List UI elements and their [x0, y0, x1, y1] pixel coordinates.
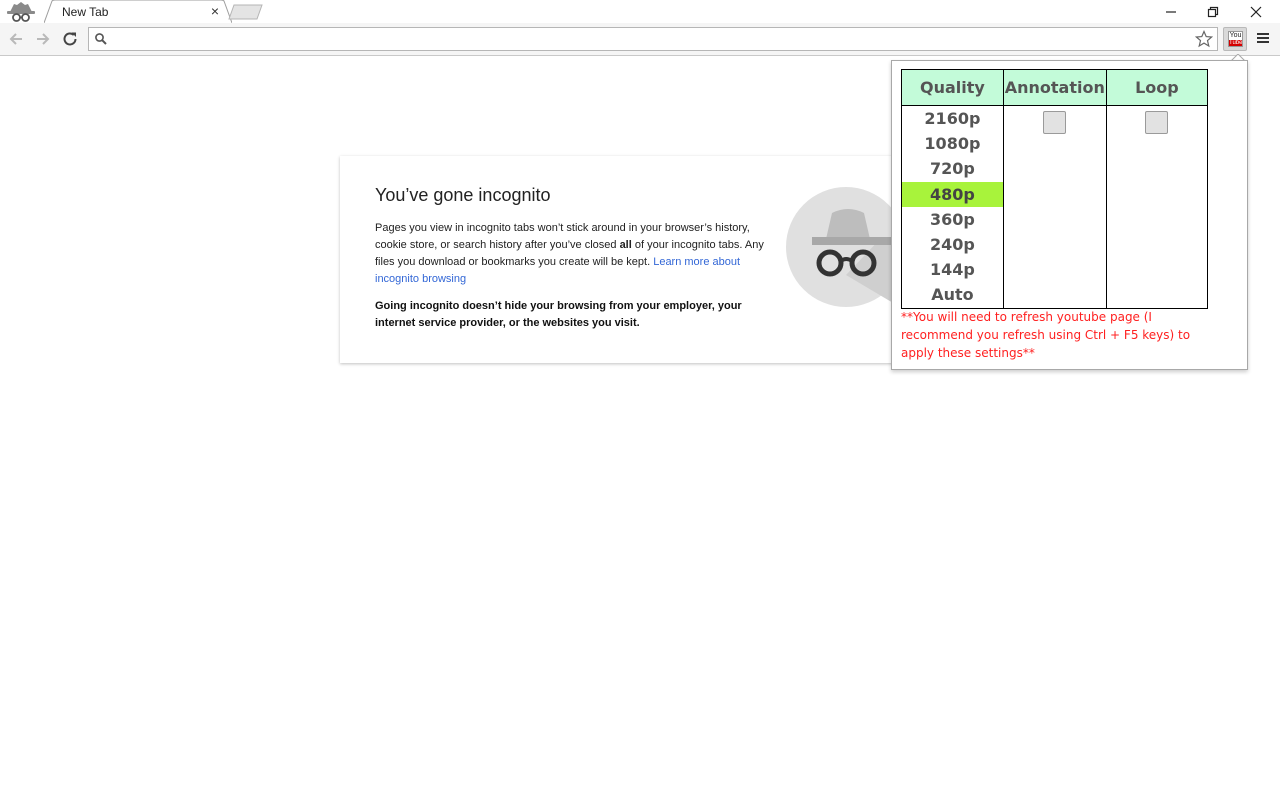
menu-hamburger-icon[interactable] [1256, 31, 1270, 45]
incognito-warning: Going incognito doesn’t hide your browsi… [375, 300, 742, 329]
loop-cell [1105, 105, 1209, 309]
youtube-icon-you: You [1229, 32, 1242, 39]
omnibox[interactable] [88, 27, 1218, 51]
close-window-button[interactable] [1235, 0, 1277, 23]
incognito-spy-icon [786, 187, 900, 307]
incognito-logo-icon [7, 2, 35, 22]
description-bold: all [619, 239, 632, 251]
tab-close-button[interactable]: × [208, 4, 222, 18]
quality-option[interactable]: 480p [902, 181, 1003, 207]
bookmark-star-icon[interactable] [1195, 30, 1213, 48]
incognito-description: Pages you view in incognito tabs won’t s… [375, 220, 765, 288]
quality-cell: 2160p 1080p 720p 480p 360p 240p 144p Aut… [901, 105, 1004, 309]
quality-option[interactable]: 144p [902, 257, 1003, 282]
forward-arrow-icon[interactable] [33, 29, 53, 49]
new-tab-button[interactable] [228, 4, 264, 20]
quality-option[interactable]: 240p [902, 232, 1003, 257]
quality-option[interactable]: 1080p [902, 131, 1003, 156]
search-icon [95, 33, 107, 45]
youtube-extension-button[interactable]: You Tube [1223, 27, 1247, 51]
annotation-header: Annotation [1002, 69, 1107, 106]
settings-table: Quality Annotation Loop 2160p 1080p 720p… [901, 69, 1209, 309]
quality-option[interactable]: 360p [902, 207, 1003, 232]
loop-checkbox[interactable] [1145, 111, 1169, 134]
reload-icon[interactable] [60, 29, 80, 49]
incognito-card: You’ve gone incognito Pages you view in … [340, 156, 900, 363]
title-bar: New Tab × [0, 0, 1280, 23]
annotation-checkbox[interactable] [1043, 111, 1067, 134]
loop-header: Loop [1105, 69, 1209, 106]
quality-option[interactable]: Auto [902, 282, 1003, 307]
youtube-icon-tube: Tube [1229, 40, 1243, 46]
annotation-cell [1002, 105, 1107, 309]
minimize-icon [1166, 11, 1176, 13]
tab-new-tab[interactable]: New Tab × [44, 0, 232, 23]
back-arrow-icon[interactable] [6, 29, 26, 49]
youtube-extension-icon: You Tube [1228, 31, 1243, 47]
restore-button[interactable] [1192, 0, 1234, 23]
quality-option[interactable]: 2160p [902, 106, 1003, 131]
browser-toolbar: You Tube [0, 23, 1280, 56]
refresh-note: **You will need to refresh youtube page … [901, 310, 1191, 360]
minimize-button[interactable] [1150, 0, 1192, 23]
quality-option[interactable]: 720p [902, 156, 1003, 181]
youtube-settings-popup: Quality Annotation Loop 2160p 1080p 720p… [891, 60, 1248, 370]
page-title: You’ve gone incognito [375, 185, 551, 205]
quality-header: Quality [901, 69, 1004, 106]
omnibox-input[interactable] [113, 30, 1187, 50]
close-icon [1250, 6, 1262, 18]
restore-icon [1207, 6, 1219, 18]
tab-title: New Tab [62, 5, 109, 19]
